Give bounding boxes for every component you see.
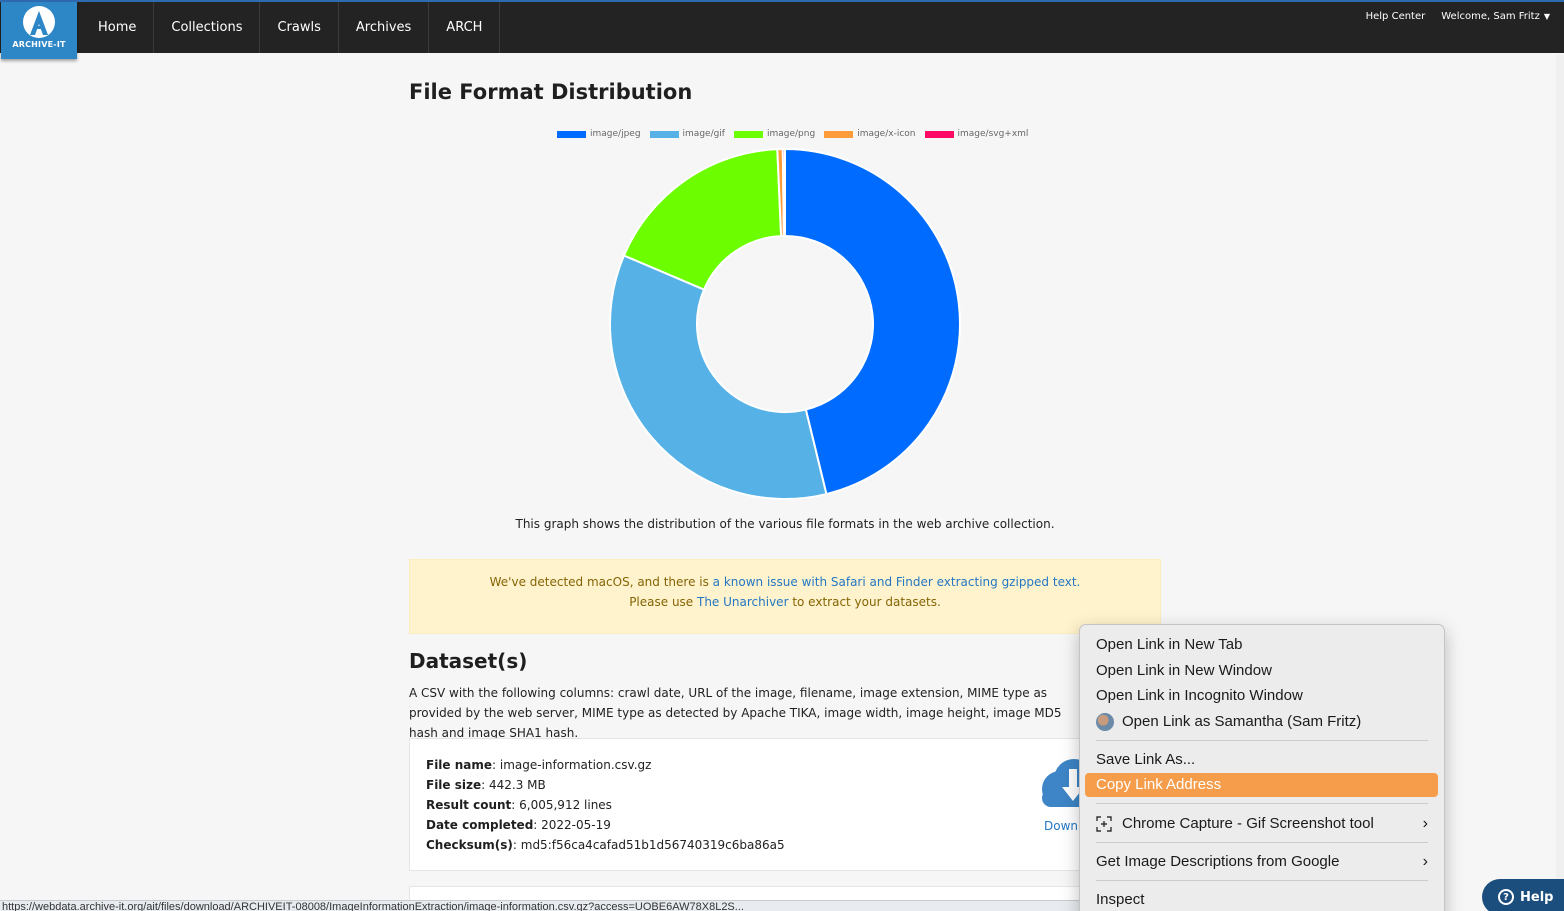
unarchiver-link[interactable]: The Unarchiver: [697, 595, 789, 609]
chart-caption: This graph shows the distribution of the…: [515, 517, 1055, 531]
menu-open-as-profile[interactable]: Open Link as Samantha (Sam Fritz): [1085, 710, 1438, 734]
macos-warning-alert: We've detected macOS, and there is a kno…: [409, 559, 1161, 634]
link-status-bar: https://webdata.archive-it.org/ait/files…: [0, 900, 1090, 911]
datasets-title: Dataset(s): [409, 649, 528, 673]
menu-open-incognito[interactable]: Open Link in Incognito Window: [1085, 684, 1438, 708]
user-menu[interactable]: Welcome, Sam Fritz ▼: [1441, 11, 1550, 22]
alert-text: We've detected macOS, and there is: [489, 575, 713, 589]
screen-capture-icon: [1096, 816, 1112, 832]
checksum-row: Checksum(s): md5:f56ca4cafad51b1d5674031…: [426, 838, 785, 852]
top-navbar: ARCHIVE-IT Home Collections Crawls Archi…: [0, 0, 1564, 59]
menu-separator: [1096, 803, 1428, 804]
dataset-file-card: File name: image-information.csv.gz File…: [409, 738, 1161, 871]
date-completed-value: 2022-05-19: [541, 818, 611, 832]
menu-label: Open Link as Samantha (Sam Fritz): [1122, 713, 1362, 730]
alert-line-1: We've detected macOS, and there is a kno…: [410, 572, 1160, 592]
checksum-label: Checksum(s): [426, 838, 513, 852]
datasets-description: A CSV with the following columns: crawl …: [409, 686, 1062, 740]
alert-text: to extract your datasets.: [788, 595, 941, 609]
date-completed-row: Date completed: 2022-05-19: [426, 818, 611, 832]
result-count-value: 6,005,912 lines: [519, 798, 612, 812]
donut-slice-image-gif[interactable]: [609, 254, 828, 500]
menu-label: Get Image Descriptions from Google: [1096, 853, 1340, 870]
menu-image-descriptions[interactable]: Get Image Descriptions from Google ›: [1085, 850, 1438, 874]
nav-archives[interactable]: Archives: [339, 2, 430, 53]
welcome-text: Welcome, Sam Fritz: [1441, 11, 1540, 22]
legend-item-x-icon[interactable]: image/x-icon: [824, 129, 916, 139]
file-size-value: 442.3 MB: [488, 778, 546, 792]
menu-label: Copy Link Address: [1096, 776, 1222, 793]
nav-arch[interactable]: ARCH: [429, 2, 501, 53]
legend-label: image/png: [766, 129, 816, 139]
nav-home[interactable]: Home: [80, 2, 155, 53]
file-name-label: File name: [426, 758, 493, 772]
menu-separator: [1096, 842, 1428, 843]
legend-label: image/svg+xml: [957, 129, 1029, 139]
known-issue-link[interactable]: a known issue with Safari and Finder ext…: [713, 575, 1081, 589]
menu-chrome-capture[interactable]: Chrome Capture - Gif Screenshot tool ›: [1085, 812, 1438, 836]
legend-item-jpeg[interactable]: image/jpeg: [557, 129, 641, 139]
menu-label: Save Link As...: [1096, 751, 1196, 768]
menu-copy-link-address[interactable]: Copy Link Address: [1085, 773, 1438, 797]
page-scrollbar[interactable]: [1556, 55, 1564, 900]
legend-swatch: [649, 130, 679, 138]
legend-item-svg[interactable]: image/svg+xml: [924, 129, 1029, 139]
file-name-row: File name: image-information.csv.gz: [426, 758, 652, 772]
page-title: File Format Distribution: [409, 80, 693, 104]
chevron-right-icon: ›: [1422, 853, 1428, 870]
logo-text: ARCHIVE-IT: [12, 40, 66, 49]
menu-separator: [1096, 880, 1428, 881]
menu-inspect[interactable]: Inspect: [1085, 888, 1438, 911]
question-icon: ?: [1498, 889, 1514, 905]
menu-open-new-tab[interactable]: Open Link in New Tab: [1085, 633, 1438, 657]
archive-it-logo[interactable]: ARCHIVE-IT: [1, 2, 77, 59]
user-links: Help Center Welcome, Sam Fritz ▼: [1366, 11, 1550, 22]
checksum-value: md5:f56ca4cafad51b1d56740319c6ba86a5: [520, 838, 785, 852]
result-count-row: Result count: 6,005,912 lines: [426, 798, 612, 812]
legend-label: image/jpeg: [590, 129, 641, 139]
nav-crawls[interactable]: Crawls: [260, 2, 339, 53]
help-button[interactable]: ? Help: [1482, 879, 1564, 911]
menu-label: Inspect: [1096, 891, 1145, 908]
menu-save-link-as[interactable]: Save Link As...: [1085, 748, 1438, 772]
file-format-donut-chart: [609, 147, 961, 500]
file-size-row: File size: 442.3 MB: [426, 778, 546, 792]
file-name-value: image-information.csv.gz: [499, 758, 652, 772]
legend-item-png[interactable]: image/png: [733, 129, 816, 139]
menu-open-new-window[interactable]: Open Link in New Window: [1085, 659, 1438, 683]
alert-line-2: Please use The Unarchiver to extract you…: [410, 592, 1160, 612]
chevron-down-icon: ▼: [1543, 12, 1550, 21]
donut-slice-image-svg-xml[interactable]: [781, 147, 786, 238]
main-nav: Home Collections Crawls Archives ARCH: [80, 2, 501, 53]
chart-legend: image/jpeg image/gif image/png image/x-i…: [557, 129, 1037, 139]
file-info: File name: image-information.csv.gz File…: [426, 755, 785, 855]
menu-label: Open Link in Incognito Window: [1096, 687, 1303, 704]
help-center-link[interactable]: Help Center: [1366, 11, 1426, 22]
chevron-right-icon: ›: [1422, 815, 1428, 832]
legend-swatch: [557, 130, 586, 138]
logo-a-icon: [23, 6, 55, 38]
nav-collections[interactable]: Collections: [154, 2, 261, 53]
menu-label: Open Link in New Window: [1096, 662, 1272, 679]
legend-swatch: [824, 130, 854, 138]
legend-swatch: [733, 130, 763, 138]
legend-swatch: [924, 130, 954, 138]
context-menu: Open Link in New Tab Open Link in New Wi…: [1079, 624, 1445, 911]
menu-label: Open Link in New Tab: [1096, 636, 1243, 653]
legend-label: image/x-icon: [857, 129, 916, 139]
menu-label: Chrome Capture - Gif Screenshot tool: [1122, 815, 1374, 832]
menu-separator: [1096, 740, 1428, 741]
alert-text: Please use: [629, 595, 697, 609]
date-completed-label: Date completed: [426, 818, 534, 832]
legend-label: image/gif: [682, 129, 725, 139]
help-label: Help: [1520, 889, 1554, 905]
file-size-label: File size: [426, 778, 482, 792]
legend-item-gif[interactable]: image/gif: [649, 129, 725, 139]
result-count-label: Result count: [426, 798, 512, 812]
profile-avatar-icon: [1096, 713, 1114, 731]
